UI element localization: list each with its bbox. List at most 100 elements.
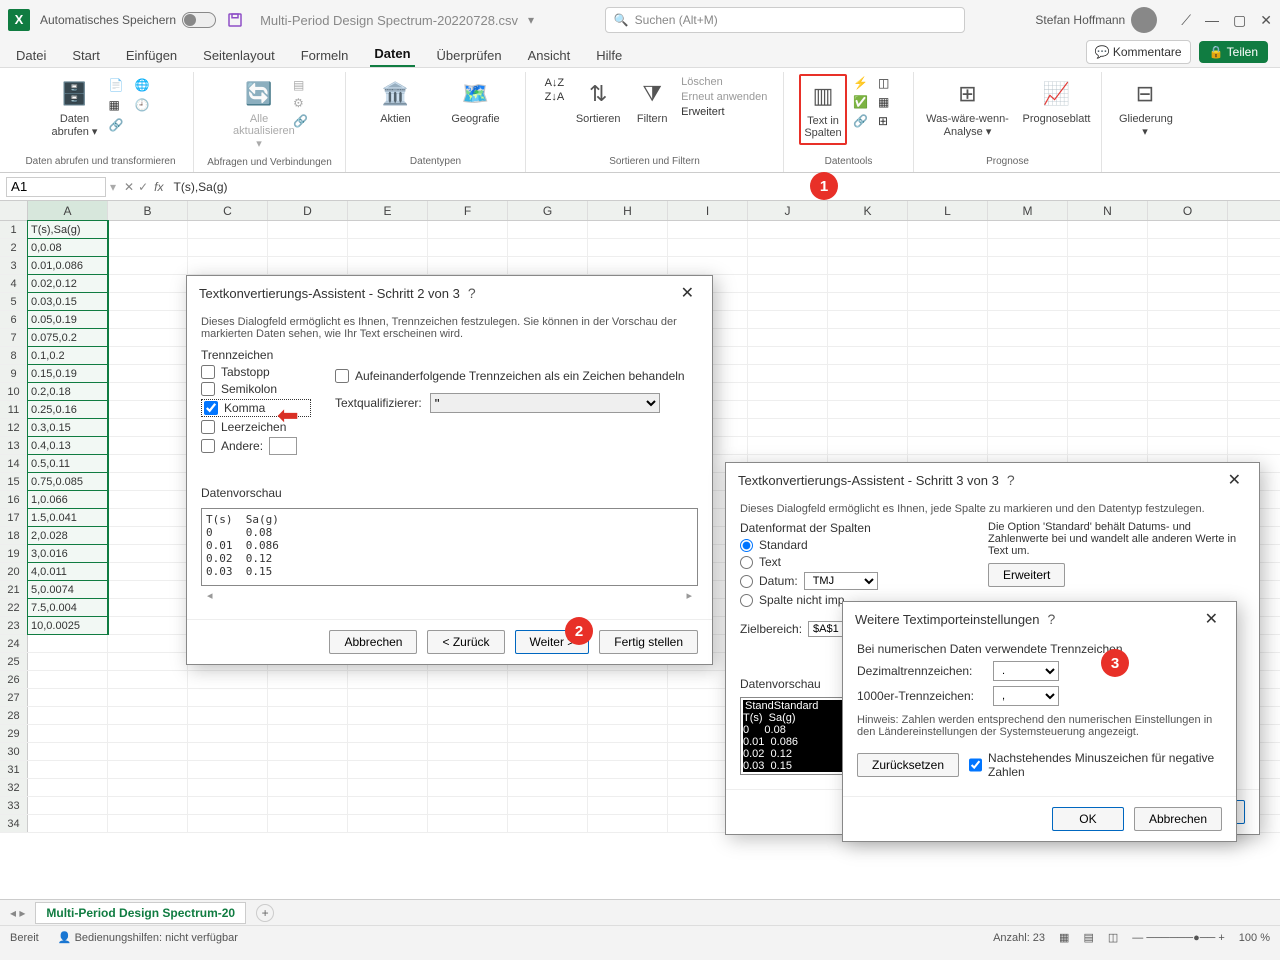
ribbon-mode-icon[interactable]: ⟋ bbox=[1181, 12, 1191, 29]
tab-pruefen[interactable]: Überprüfen bbox=[433, 44, 506, 67]
cell[interactable] bbox=[828, 437, 908, 454]
cell[interactable] bbox=[348, 761, 428, 778]
chk-consec[interactable]: Aufeinanderfolgende Trennzeichen als ein… bbox=[335, 369, 698, 383]
cell[interactable] bbox=[908, 401, 988, 418]
cell[interactable]: 0.75,0.085 bbox=[28, 473, 108, 490]
row-header[interactable]: 14 bbox=[0, 455, 28, 472]
cell[interactable] bbox=[1148, 419, 1228, 436]
radio-standard[interactable]: Standard bbox=[740, 538, 970, 552]
cell[interactable] bbox=[28, 707, 108, 724]
cell[interactable]: 0.4,0.13 bbox=[28, 437, 108, 454]
cell[interactable] bbox=[428, 725, 508, 742]
sortieren-button[interactable]: ⇅Sortieren bbox=[573, 74, 623, 129]
row-header[interactable]: 24 bbox=[0, 635, 28, 652]
from-table-icon[interactable]: ▦ bbox=[109, 98, 129, 112]
cell[interactable] bbox=[588, 725, 668, 742]
cell[interactable] bbox=[828, 419, 908, 436]
cell[interactable] bbox=[108, 473, 188, 490]
cell[interactable] bbox=[428, 761, 508, 778]
cell[interactable] bbox=[108, 617, 188, 634]
tab-formeln[interactable]: Formeln bbox=[297, 44, 353, 67]
text-in-spalten-button[interactable]: ▥Text in Spalten bbox=[799, 74, 847, 145]
cell[interactable] bbox=[428, 779, 508, 796]
dlg1-cancel-button[interactable]: Abbrechen bbox=[329, 630, 417, 654]
col-header-A[interactable]: A bbox=[28, 201, 108, 220]
cell[interactable] bbox=[588, 221, 668, 238]
cell[interactable] bbox=[428, 221, 508, 238]
formula-input[interactable]: T(s),Sa(g) bbox=[170, 180, 1275, 194]
cell[interactable] bbox=[108, 815, 188, 832]
cell[interactable] bbox=[348, 689, 428, 706]
data-validation-icon[interactable]: ✅ bbox=[853, 95, 873, 109]
cell[interactable] bbox=[28, 725, 108, 742]
daten-abrufen-button[interactable]: 🗄️Daten abrufen ▾ bbox=[47, 74, 103, 142]
cell[interactable] bbox=[1068, 293, 1148, 310]
cell[interactable] bbox=[828, 401, 908, 418]
cell[interactable] bbox=[28, 815, 108, 832]
cell[interactable] bbox=[508, 257, 588, 274]
cell[interactable] bbox=[1068, 419, 1148, 436]
cell[interactable] bbox=[108, 599, 188, 616]
dlg1-close-icon[interactable]: ✕ bbox=[675, 283, 700, 303]
chk-andere[interactable]: Andere: bbox=[201, 437, 311, 455]
dlg1-back-button[interactable]: < Zurück bbox=[427, 630, 504, 654]
cell[interactable] bbox=[748, 293, 828, 310]
cell[interactable] bbox=[988, 239, 1068, 256]
cell[interactable] bbox=[1148, 365, 1228, 382]
row-header[interactable]: 27 bbox=[0, 689, 28, 706]
cell[interactable] bbox=[508, 239, 588, 256]
clear-filter[interactable]: Löschen bbox=[681, 76, 767, 88]
row-header[interactable]: 21 bbox=[0, 581, 28, 598]
cell[interactable] bbox=[988, 347, 1068, 364]
cell[interactable] bbox=[1148, 293, 1228, 310]
cell[interactable] bbox=[108, 689, 188, 706]
cell[interactable] bbox=[1068, 401, 1148, 418]
cell[interactable] bbox=[748, 419, 828, 436]
cell[interactable] bbox=[588, 689, 668, 706]
cell[interactable] bbox=[348, 239, 428, 256]
cell[interactable]: 0.25,0.16 bbox=[28, 401, 108, 418]
cell[interactable] bbox=[188, 779, 268, 796]
cell[interactable]: 10,0.0025 bbox=[28, 617, 108, 634]
cell[interactable] bbox=[988, 311, 1068, 328]
col-header-J[interactable]: J bbox=[748, 201, 828, 220]
cell[interactable] bbox=[908, 329, 988, 346]
was-waere-wenn-button[interactable]: ⊞Was-wäre-wenn- Analyse ▾ bbox=[923, 74, 1013, 142]
cell[interactable] bbox=[748, 437, 828, 454]
tab-ansicht[interactable]: Ansicht bbox=[524, 44, 575, 67]
cell[interactable] bbox=[988, 437, 1068, 454]
cell[interactable] bbox=[108, 257, 188, 274]
cell[interactable] bbox=[828, 257, 908, 274]
cell[interactable] bbox=[108, 635, 188, 652]
sort-desc-icon[interactable]: Z↓A bbox=[545, 91, 565, 103]
cell[interactable] bbox=[1068, 311, 1148, 328]
cell[interactable] bbox=[588, 743, 668, 760]
recent-sources-icon[interactable]: 🕘 bbox=[135, 98, 155, 112]
cell[interactable] bbox=[28, 797, 108, 814]
col-header-M[interactable]: M bbox=[988, 201, 1068, 220]
cell[interactable]: 0.02,0.12 bbox=[28, 275, 108, 292]
col-header-F[interactable]: F bbox=[428, 201, 508, 220]
cell[interactable] bbox=[268, 815, 348, 832]
cell[interactable] bbox=[108, 419, 188, 436]
dlg3-cancel-button[interactable]: Abbrechen bbox=[1134, 807, 1222, 831]
dlg2-help-icon[interactable]: ? bbox=[999, 472, 1023, 488]
cell[interactable] bbox=[268, 707, 348, 724]
cell[interactable] bbox=[268, 257, 348, 274]
cell[interactable] bbox=[828, 293, 908, 310]
cell[interactable] bbox=[748, 221, 828, 238]
col-header-N[interactable]: N bbox=[1068, 201, 1148, 220]
cell[interactable] bbox=[588, 815, 668, 832]
cell[interactable] bbox=[188, 221, 268, 238]
cell[interactable] bbox=[188, 671, 268, 688]
cell[interactable] bbox=[748, 347, 828, 364]
dlg3-help-icon[interactable]: ? bbox=[1040, 611, 1064, 627]
row-header[interactable]: 1 bbox=[0, 221, 28, 238]
tab-layout[interactable]: Seitenlayout bbox=[199, 44, 279, 67]
col-header-O[interactable]: O bbox=[1148, 201, 1228, 220]
row-header[interactable]: 32 bbox=[0, 779, 28, 796]
radio-datum[interactable]: Datum: TMJ bbox=[740, 572, 970, 590]
toggle-off-icon[interactable] bbox=[182, 12, 216, 28]
cell[interactable] bbox=[988, 275, 1068, 292]
dlg3-close-icon[interactable]: ✕ bbox=[1199, 609, 1224, 629]
